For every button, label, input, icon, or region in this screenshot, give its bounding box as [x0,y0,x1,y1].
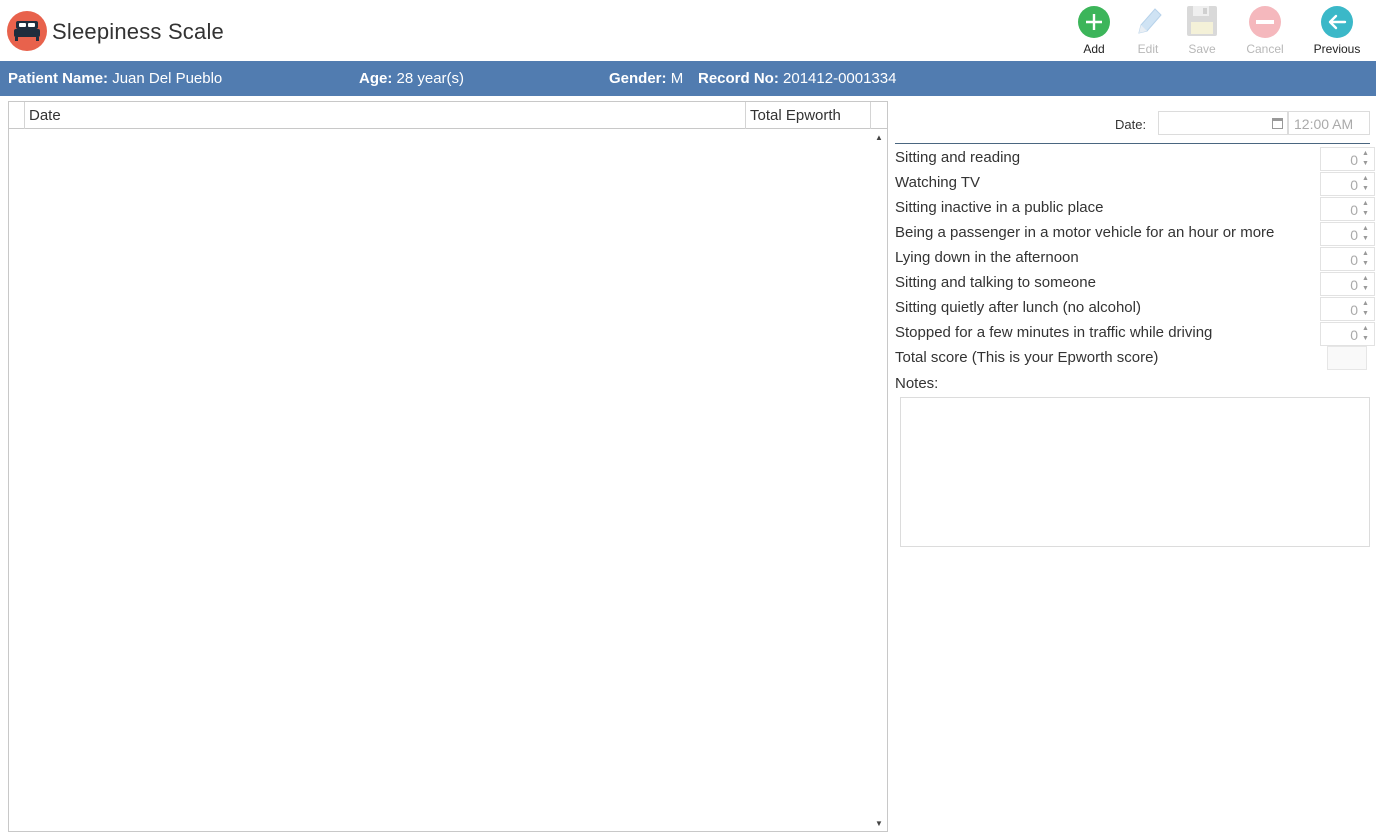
patient-name: Patient Name: Juan Del Pueblo [8,70,222,87]
question-label: Sitting and reading [895,149,1021,166]
patient-record-label: Record No: [698,70,779,87]
patient-record-value: 201412-0001334 [783,70,897,87]
score-stepper[interactable]: 0 ▲ ▼ [1320,197,1375,221]
spin-up-icon[interactable]: ▲ [1362,300,1371,308]
question-label: Stopped for a few minutes in traffic whi… [895,324,1213,341]
arrow-left-icon [1320,5,1354,39]
score-value: 0 [1350,327,1358,343]
score-stepper[interactable]: 0 ▲ ▼ [1320,247,1375,271]
score-stepper[interactable]: 0 ▲ ▼ [1320,272,1375,296]
pencil-icon [1131,5,1165,39]
score-value: 0 [1350,302,1358,318]
question-row: Sitting inactive in a public place 0 ▲ ▼ [895,196,1375,221]
patient-info-bar: Patient Name: Juan Del Pueblo Age: 28 ye… [0,61,1376,96]
total-score-field [1327,346,1367,370]
previous-label: Previous [1313,42,1361,56]
question-label: Lying down in the afternoon [895,249,1079,266]
spin-up-icon[interactable]: ▲ [1362,225,1371,233]
spin-down-icon[interactable]: ▼ [1362,260,1371,268]
score-value: 0 [1350,202,1358,218]
question-label: Sitting quietly after lunch (no alcohol) [895,299,1141,316]
cancel-label: Cancel [1246,42,1284,56]
patient-gender-label: Gender: [609,70,667,87]
question-row: Sitting and talking to someone 0 ▲ ▼ [895,271,1375,296]
score-value: 0 [1350,227,1358,243]
cancel-button[interactable]: Cancel [1237,5,1293,59]
time-picker[interactable]: 12:00 AM [1288,111,1370,135]
spin-down-icon[interactable]: ▼ [1362,185,1371,193]
minus-circle-icon [1248,5,1282,39]
date-label: Date: [1115,117,1147,132]
question-row: Stopped for a few minutes in traffic whi… [895,321,1375,346]
spin-down-icon[interactable]: ▼ [1362,310,1371,318]
scroll-up-arrow-icon[interactable]: ▲ [872,132,886,144]
spin-up-icon[interactable]: ▲ [1362,200,1371,208]
grid-row-selector-header [9,102,25,129]
score-stepper[interactable]: 0 ▲ ▼ [1320,297,1375,321]
score-stepper[interactable]: 0 ▲ ▼ [1320,147,1375,171]
question-row: Being a passenger in a motor vehicle for… [895,221,1375,246]
total-score-row: Total score (This is your Epworth score) [895,346,1375,371]
spin-up-icon[interactable]: ▲ [1362,325,1371,333]
grid-header: Date Total Epworth [9,102,887,129]
score-stepper[interactable]: 0 ▲ ▼ [1320,172,1375,196]
question-label: Sitting and talking to someone [895,274,1096,291]
score-value: 0 [1350,177,1358,193]
patient-name-value: Juan Del Pueblo [112,70,223,87]
patient-age: Age: 28 year(s) [359,70,464,87]
spin-up-icon[interactable]: ▲ [1362,250,1371,258]
spin-down-icon[interactable]: ▼ [1362,285,1371,293]
notes-textarea[interactable] [900,397,1370,547]
question-label: Watching TV [895,174,981,191]
spin-up-icon[interactable]: ▲ [1362,275,1371,283]
notes-label: Notes: [895,375,939,392]
grid-column-date[interactable]: Date [25,102,746,129]
epworth-form: Date: 12:00 AM Sitting and reading 0 ▲ ▼… [894,101,1376,839]
patient-gender-value: M [670,70,684,87]
total-score-label: Total score (This is your Epworth score) [895,349,1159,366]
save-button[interactable]: Save [1174,5,1230,59]
patient-age-value: 28 year(s) [396,70,465,87]
calendar-icon[interactable] [1272,118,1283,129]
date-picker[interactable] [1158,111,1288,135]
form-divider [895,143,1370,144]
save-label: Save [1188,42,1216,56]
edit-label: Edit [1137,42,1159,56]
app-header: Sleepiness Scale Add Edit Save Cancel Pr… [0,0,1376,62]
patient-gender: Gender: M [609,70,683,87]
spin-up-icon[interactable]: ▲ [1362,150,1371,158]
edit-button[interactable]: Edit [1120,5,1176,59]
question-label: Sitting inactive in a public place [895,199,1104,216]
scroll-down-arrow-icon[interactable]: ▼ [872,818,886,830]
patient-age-label: Age: [359,70,393,87]
previous-button[interactable]: Previous [1309,5,1365,59]
records-grid: Date Total Epworth ▲ ▼ [8,101,888,832]
spin-down-icon[interactable]: ▼ [1362,160,1371,168]
patient-record: Record No: 201412-0001334 [698,70,896,87]
page-title: Sleepiness Scale [52,19,224,44]
score-value: 0 [1350,152,1358,168]
question-row: Lying down in the afternoon 0 ▲ ▼ [895,246,1375,271]
spin-down-icon[interactable]: ▼ [1362,210,1371,218]
patient-name-label: Patient Name: [8,70,109,87]
question-row: Sitting quietly after lunch (no alcohol)… [895,296,1375,321]
grid-column-total-epworth[interactable]: Total Epworth [746,102,871,129]
spin-up-icon[interactable]: ▲ [1362,175,1371,183]
question-row: Sitting and reading 0 ▲ ▼ [895,146,1375,171]
score-value: 0 [1350,252,1358,268]
add-label: Add [1083,42,1105,56]
question-label: Being a passenger in a motor vehicle for… [895,224,1275,241]
add-button[interactable]: Add [1066,5,1122,59]
score-stepper[interactable]: 0 ▲ ▼ [1320,222,1375,246]
spin-down-icon[interactable]: ▼ [1362,235,1371,243]
question-row: Watching TV 0 ▲ ▼ [895,171,1375,196]
spin-down-icon[interactable]: ▼ [1362,335,1371,343]
plus-icon [1077,5,1111,39]
bed-icon [7,11,47,51]
floppy-disk-icon [1185,5,1219,39]
score-stepper[interactable]: 0 ▲ ▼ [1320,322,1375,346]
score-value: 0 [1350,277,1358,293]
